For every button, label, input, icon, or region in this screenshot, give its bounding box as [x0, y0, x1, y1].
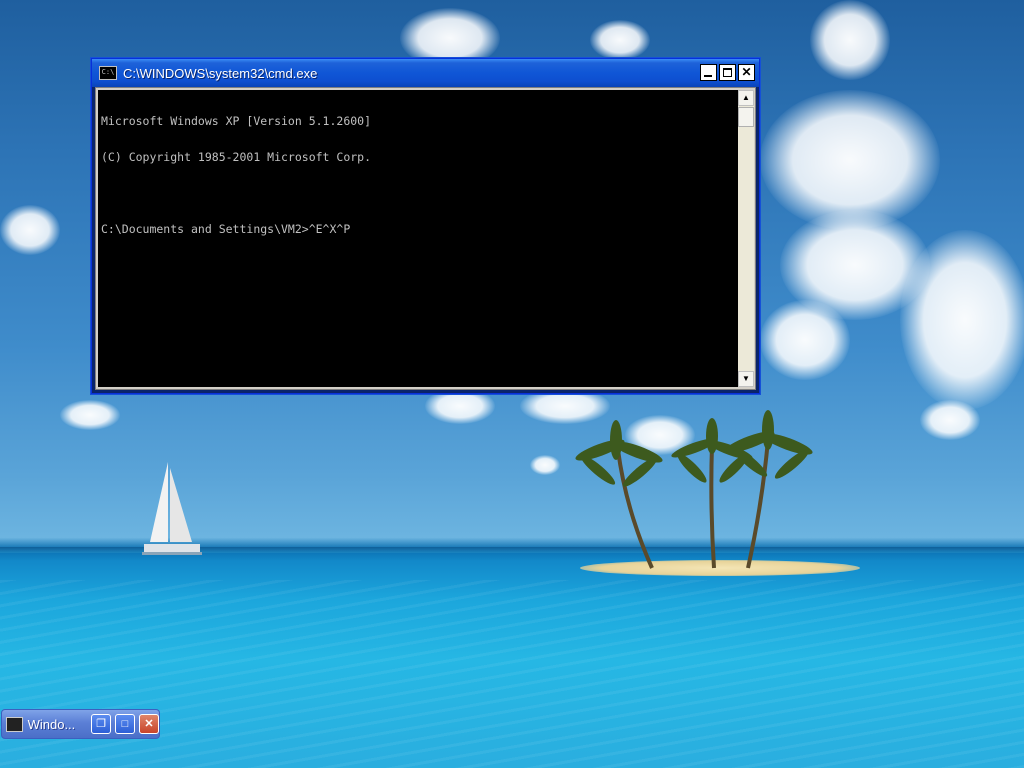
- console-line: (C) Copyright 1985-2001 Microsoft Corp.: [101, 150, 372, 164]
- console-frame: Microsoft Windows XP [Version 5.1.2600] …: [95, 87, 756, 390]
- close-button[interactable]: ✕: [738, 64, 755, 81]
- minimized-window-title[interactable]: Windo...: [28, 717, 86, 732]
- desktop: C:\ C:\WINDOWS\system32\cmd.exe ✕ Micros…: [0, 0, 1024, 768]
- cloud: [590, 20, 650, 60]
- window-title: C:\WINDOWS\system32\cmd.exe: [123, 65, 318, 81]
- console-prompt-line: C:\Documents and Settings\VM2>^E^X^P: [101, 222, 351, 236]
- console-line: Microsoft Windows XP [Version 5.1.2600]: [101, 114, 372, 128]
- cloud: [60, 400, 120, 430]
- palm-trees-image: [575, 410, 813, 569]
- window-controls: ✕: [700, 64, 755, 81]
- maximize-button[interactable]: □: [115, 714, 135, 734]
- sea: [0, 580, 1024, 768]
- console-output[interactable]: Microsoft Windows XP [Version 5.1.2600] …: [98, 90, 739, 387]
- vertical-scrollbar[interactable]: ▲ ▼: [738, 90, 754, 387]
- cloud: [900, 230, 1024, 410]
- scroll-down-arrow-icon[interactable]: ▼: [738, 371, 754, 387]
- restore-button[interactable]: ❐: [91, 714, 111, 734]
- minimize-button[interactable]: [700, 64, 717, 81]
- close-button[interactable]: ✕: [139, 714, 159, 734]
- cloud: [0, 205, 60, 255]
- maximize-button[interactable]: [719, 64, 736, 81]
- computer-icon: [6, 716, 23, 732]
- scroll-up-arrow-icon[interactable]: ▲: [738, 90, 754, 106]
- cloud: [760, 300, 850, 380]
- sailboat-image: [142, 462, 202, 555]
- cmd-window[interactable]: C:\ C:\WINDOWS\system32\cmd.exe ✕ Micros…: [91, 58, 760, 394]
- minimized-window[interactable]: Windo... ❐ □ ✕: [1, 709, 160, 739]
- cloud: [810, 0, 890, 80]
- cloud: [760, 90, 940, 230]
- minimized-window-controls: ❐ □ ✕: [91, 714, 159, 734]
- window-titlebar[interactable]: C:\ C:\WINDOWS\system32\cmd.exe ✕: [92, 59, 759, 87]
- cmd-icon[interactable]: C:\: [99, 66, 117, 80]
- cloud: [920, 400, 980, 440]
- scrollbar-thumb[interactable]: [738, 107, 754, 127]
- cloud: [530, 455, 560, 475]
